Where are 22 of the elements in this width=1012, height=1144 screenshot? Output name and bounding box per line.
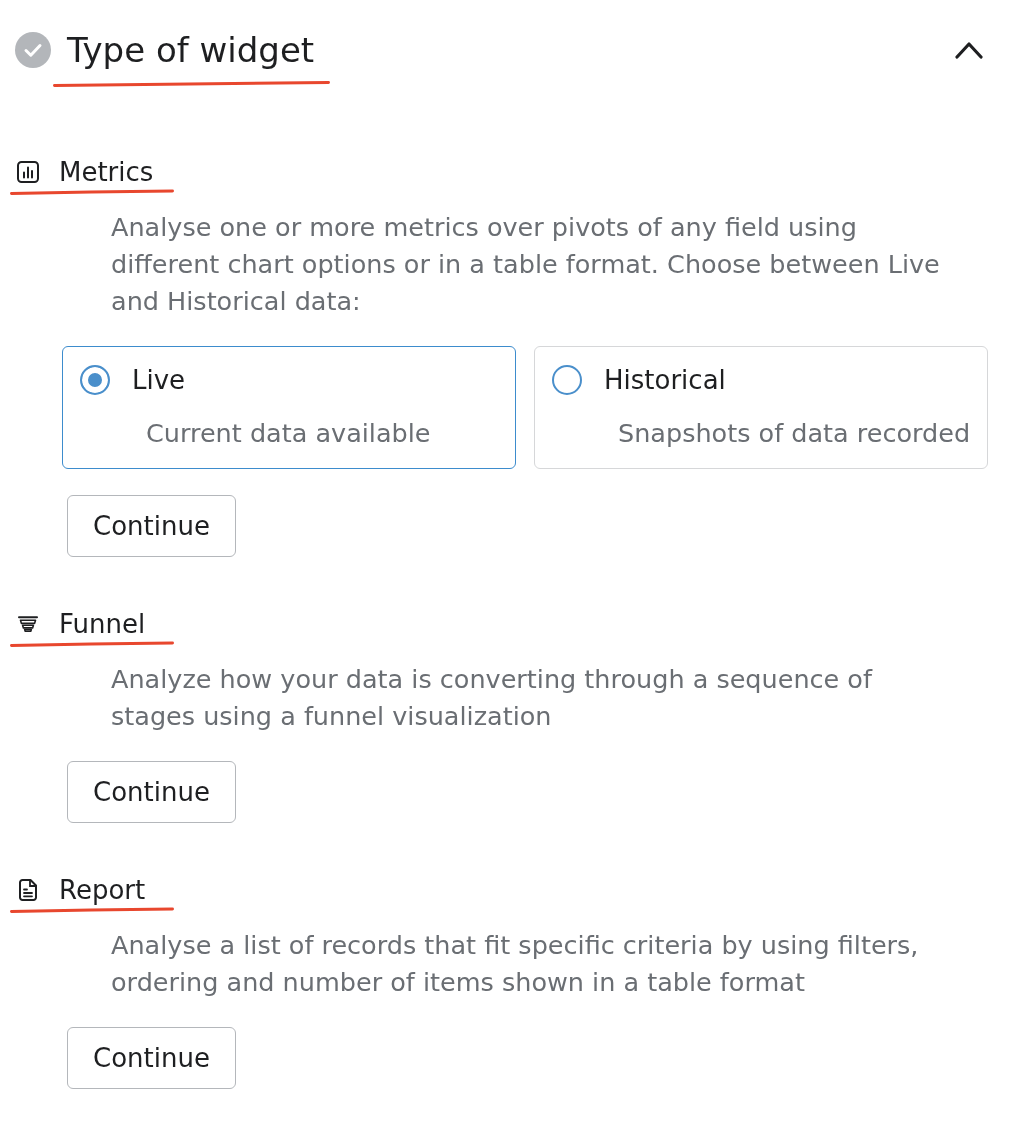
radio-button[interactable] (80, 365, 110, 395)
section-description: Analyse a list of records that fit specific criteria by using filters, ordering and number of items shown in a table format (111, 929, 920, 999)
continue-button[interactable]: Continue (67, 1027, 236, 1089)
panel-title: Type of widget (67, 32, 315, 68)
option-label: Historical (604, 365, 726, 395)
section-description: Analyse one or more metrics over pivots of any field using different chart options or in a table format. Choose between Live and Historical data: (111, 211, 941, 318)
section-title: Funnel (59, 609, 146, 639)
option-caption: Current data available (146, 418, 431, 448)
section-title: Metrics (59, 157, 154, 187)
bar-chart-icon (17, 161, 39, 183)
chevron-up-icon[interactable] (955, 41, 983, 59)
section-description: Analyze how your data is converting through a sequence of stages using a funnel visualization (111, 663, 874, 733)
funnel-icon (18, 616, 38, 632)
option-label: Live (132, 365, 186, 395)
continue-button[interactable]: Continue (67, 761, 236, 823)
section-title: Report (59, 875, 146, 905)
option-card[interactable]: Historical Snapshots of data recorded (534, 346, 988, 469)
option-caption: Snapshots of data recorded (618, 418, 971, 448)
radio-button[interactable] (552, 365, 582, 395)
continue-button[interactable]: Continue (67, 495, 236, 557)
document-icon (19, 879, 37, 901)
option-card[interactable]: Live Current data available (62, 346, 516, 469)
